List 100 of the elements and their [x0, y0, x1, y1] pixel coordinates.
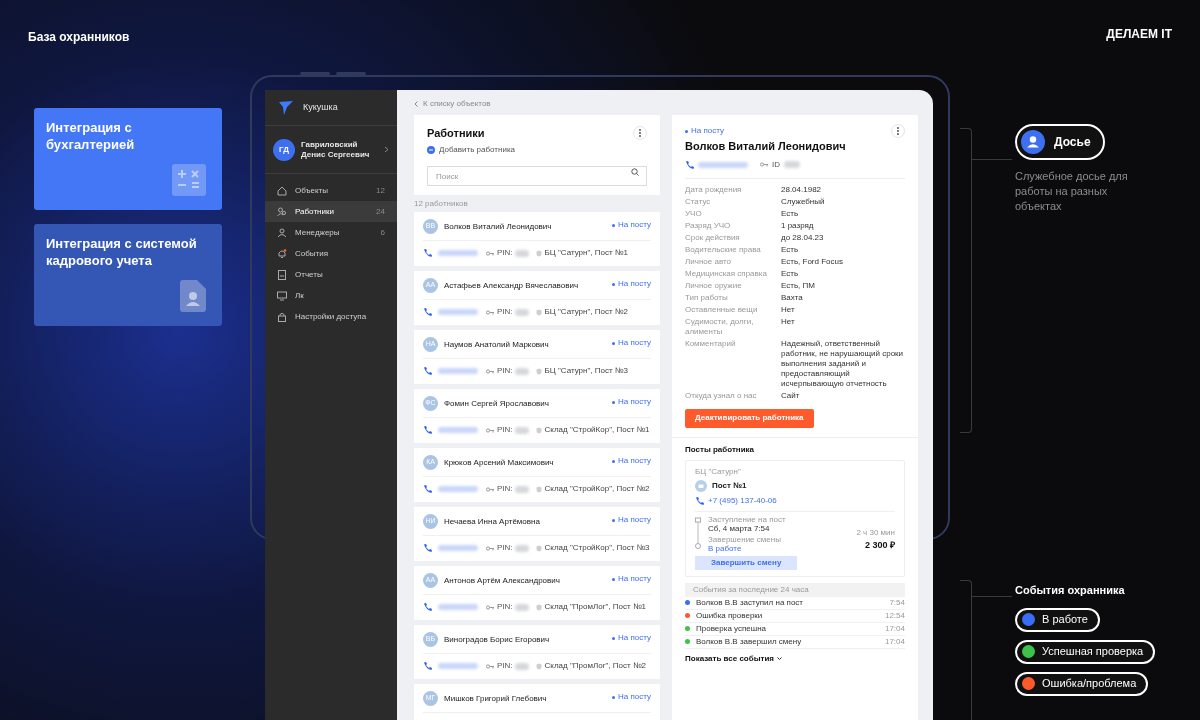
status-badge: На посту — [685, 125, 724, 137]
sidebar-item[interactable]: События — [265, 243, 397, 264]
bird-logo-icon — [279, 100, 293, 115]
blurred-value — [438, 663, 478, 669]
legend-badge: В работе — [1015, 607, 1100, 632]
field-value: Служебный — [781, 196, 826, 207]
post-phone[interactable]: +7 (495) 137-40-06 — [708, 494, 777, 507]
document-icon — [277, 269, 287, 280]
status-badge: На посту — [612, 573, 651, 585]
dossier-caption: Служебное досье для работы на разных объектах — [1015, 169, 1129, 214]
chevron-left-icon — [414, 101, 418, 107]
phone-icon — [423, 248, 432, 258]
timeline-value: Сб, 4 марта 7:54 — [708, 523, 771, 533]
pin-label: PIN: — [497, 542, 513, 554]
pin-label: PIN: — [497, 424, 513, 436]
blurred-value — [514, 544, 529, 552]
status-badge: На посту — [612, 514, 651, 526]
pin-label: PIN: — [497, 306, 513, 318]
worker-name: Наумов Анатолий Маркович — [444, 338, 550, 351]
phone-icon — [423, 484, 432, 494]
end-shift-button[interactable]: Завершить смену — [695, 555, 798, 570]
show-all-events-link[interactable]: Показать все события — [685, 652, 783, 665]
calculator-icon — [172, 164, 206, 196]
shield-icon — [535, 249, 542, 257]
shield-icon — [535, 544, 542, 552]
section-title: Посты работника — [685, 443, 756, 456]
event-time: 7:54 — [889, 596, 905, 609]
legend-title: События охранника — [1015, 583, 1125, 598]
worker-full-name: Волков Виталий Леонидович — [685, 139, 847, 154]
worker-location: Склад "СтройКор", Пост №3 — [544, 542, 650, 554]
worker-name: Виноградов Борис Егорович — [444, 633, 551, 646]
shield-icon — [535, 426, 542, 434]
worker-count: 12 работников — [414, 197, 469, 210]
add-worker-link[interactable]: Добавить работника — [427, 143, 647, 156]
field-label: Тип работы — [685, 292, 729, 303]
blurred-value — [698, 161, 748, 168]
field-label: Водительские права — [685, 244, 762, 255]
pin-label: PIN: — [497, 247, 513, 259]
worker-name: Нечаева Инна Артёмовна — [444, 515, 541, 528]
search-field[interactable]: Поиск — [427, 166, 647, 186]
event-time: 17:04 — [884, 635, 905, 648]
sidebar-item[interactable]: Настройки доступа — [265, 306, 397, 327]
monitor-icon — [277, 290, 287, 301]
field-value: Надежный, ответственный работник, не нарушающий сроки выполнения заданий и предоставляющий исчерпывающую отчетность — [781, 338, 905, 389]
leader-line — [972, 159, 1012, 160]
blurred-value — [438, 309, 478, 315]
blurred-value — [438, 368, 478, 374]
blurred-value — [514, 308, 529, 316]
item-count: 12 — [376, 184, 385, 197]
pin-label: PIN: — [497, 601, 513, 613]
sidebar-item[interactable]: Менеджеры 6 — [265, 222, 397, 243]
shield-icon — [535, 367, 542, 375]
shift-duration: 2 ч 30 мин — [856, 527, 895, 539]
timeline-label: Завершение смены — [708, 534, 782, 544]
phone-icon — [685, 159, 694, 170]
house-icon — [277, 185, 287, 196]
sidebar-item[interactable]: Работники 24 — [265, 201, 397, 222]
sidebar-item[interactable]: Объекты 12 — [265, 180, 397, 201]
user-name: Гавриловский Денис Сергеевич — [301, 139, 371, 160]
post-name: Пост №1 — [712, 479, 747, 492]
key-icon — [486, 427, 494, 433]
blurred-value — [438, 427, 478, 433]
key-icon — [486, 368, 494, 374]
field-label: Комментарий — [685, 338, 737, 350]
post-avatar-icon — [695, 479, 707, 492]
sidebar-item[interactable]: Лк — [265, 285, 397, 306]
field-value: 1 разряд — [781, 220, 815, 231]
worker-location: БЦ "Сатурн", Пост №2 — [544, 306, 628, 318]
field-label: Срок действия — [685, 232, 741, 243]
phone-icon — [695, 495, 704, 506]
pin-label: PIN: — [497, 660, 513, 672]
key-icon — [486, 545, 494, 551]
field-value: Сайт — [781, 390, 801, 401]
blurred-value — [438, 250, 478, 256]
field-value: Есть — [781, 268, 800, 279]
status-badge: На посту — [612, 278, 651, 290]
shift-amount: 2 300 ₽ — [864, 539, 895, 552]
sidebar-item[interactable]: Отчеты — [265, 264, 397, 285]
blurred-value — [514, 249, 529, 257]
item-count: 6 — [380, 226, 385, 239]
phone-icon — [423, 366, 432, 376]
phone-icon — [423, 602, 432, 612]
minus-circle-icon — [427, 145, 435, 154]
status-badge: На посту — [612, 632, 651, 644]
bell-icon — [277, 248, 287, 259]
key-icon — [486, 486, 494, 492]
worker-name: Мишков Григорий Глебович — [444, 692, 548, 705]
blurred-value — [514, 426, 529, 434]
phone-icon — [423, 661, 432, 671]
events-header: События за последние 24 часа — [685, 582, 905, 597]
blurred-value — [514, 662, 529, 670]
lock-icon — [277, 311, 287, 322]
timeline-icon — [695, 516, 701, 551]
event-time: 12:54 — [884, 609, 905, 622]
field-label: УЧО — [685, 208, 703, 219]
field-value: Вахта — [781, 292, 804, 303]
field-value: Есть, Ford Focus — [781, 256, 844, 267]
field-value: Есть — [781, 244, 800, 255]
worker-location: Склад "ПромЛог", Пост №2 — [544, 660, 646, 672]
key-icon — [486, 604, 494, 610]
